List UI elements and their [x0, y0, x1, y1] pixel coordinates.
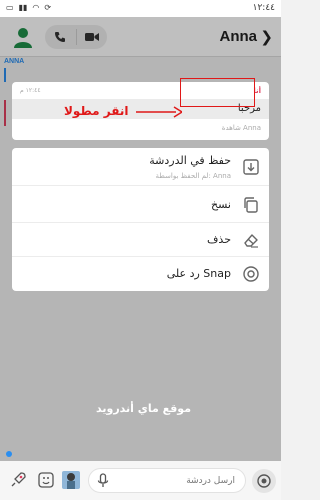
sync-icon: ⟳	[44, 3, 52, 12]
chat-message-input[interactable]	[115, 473, 235, 489]
status-bar: ▭ ▮▮ ◠ ⟳ ١٢:٤٤	[0, 0, 281, 17]
menu-item-reply-with-snap[interactable]: رد على Snap	[12, 257, 269, 291]
status-icons: ▭ ▮▮ ◠ ⟳	[6, 3, 51, 12]
camera-icon	[243, 266, 259, 282]
menu-item-sublabel: لم الحفظ بواسطة: Anna	[155, 172, 231, 180]
camera-button[interactable]	[252, 469, 276, 493]
my-message-bar	[4, 100, 6, 126]
chat-input-container	[88, 468, 246, 493]
watermark-text: موقع ماي أندرويد	[96, 402, 192, 415]
menu-item-copy[interactable]: نسخ	[12, 186, 269, 223]
menu-item-save-in-chat[interactable]: حفظ في الدردشة لم الحفظ بواسطة: Anna	[12, 148, 269, 186]
chat-title[interactable]: Anna	[220, 28, 258, 45]
menu-item-label: رد على Snap	[166, 267, 231, 280]
eraser-icon	[244, 234, 258, 248]
chevron-right-icon[interactable]: ❯	[260, 28, 273, 46]
menu-item-label: حذف	[207, 233, 231, 246]
copy-icon	[244, 197, 258, 213]
friend-avatar-icon[interactable]	[12, 26, 34, 48]
composer-bar	[0, 461, 281, 500]
menu-item-label: نسخ	[211, 198, 231, 211]
arrow-right-icon	[136, 106, 182, 118]
rocket-icon[interactable]	[9, 471, 27, 489]
unread-dot	[6, 451, 12, 457]
save-chat-icon	[243, 159, 259, 175]
chat-header: Anna ❯	[0, 17, 281, 57]
seen-status: شاهدة Anna	[221, 124, 261, 132]
message-action-menu: حفظ في الدردشة لم الحفظ بواسطة: Anna نسخ…	[12, 148, 269, 291]
video-icon	[84, 33, 99, 41]
annotation-label: انقر مطولا	[64, 104, 129, 118]
sticker-icon[interactable]	[37, 471, 55, 489]
friend-message-bar	[4, 68, 6, 82]
bitmoji-icon[interactable]	[61, 469, 81, 491]
delete-highlight-box	[180, 78, 255, 107]
camera-icon	[257, 474, 271, 488]
wifi-icon: ◠	[32, 3, 40, 12]
video-call-button[interactable]	[77, 25, 108, 49]
phone-icon	[55, 32, 66, 42]
message-timestamp: ١٢:٤٤ م	[20, 87, 41, 94]
microphone-icon[interactable]	[97, 473, 109, 489]
voice-call-button[interactable]	[45, 25, 76, 49]
status-time: ١٢:٤٤	[252, 3, 275, 13]
battery-icon: ▭	[6, 3, 14, 12]
signal-icon: ▮▮	[18, 3, 28, 12]
menu-item-delete[interactable]: حذف	[12, 223, 269, 257]
friend-sender-label: ANNA	[4, 58, 25, 65]
call-buttons	[45, 25, 107, 49]
menu-item-label: حفظ في الدردشة	[149, 154, 231, 167]
